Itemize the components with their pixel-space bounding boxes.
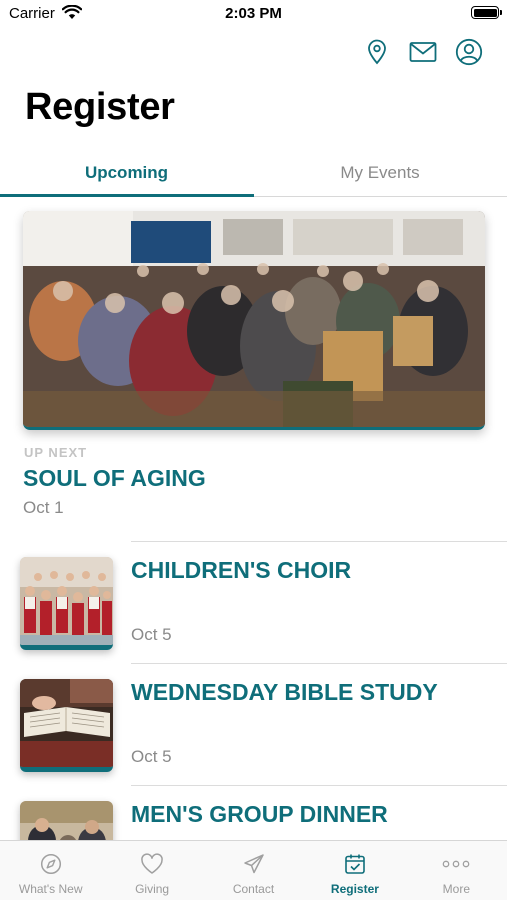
tab-whats-new[interactable]: What's New	[0, 841, 101, 900]
header-actions	[363, 38, 483, 66]
battery-icon	[471, 6, 502, 19]
bottom-tab-bar: What's New Giving Contact Register More	[0, 840, 507, 900]
calendar-check-icon	[344, 852, 366, 876]
status-bar: Carrier 2:03 PM	[0, 0, 507, 30]
map-pin-icon[interactable]	[363, 38, 391, 66]
tab-label: More	[442, 882, 470, 896]
event-title: MEN'S GROUP DINNER	[131, 801, 388, 827]
tab-contact[interactable]: Contact	[203, 841, 304, 900]
up-next-label: UP NEXT	[24, 445, 88, 460]
compass-icon	[40, 852, 62, 876]
tab-label: Register	[330, 882, 379, 896]
mail-icon[interactable]	[409, 38, 437, 66]
user-circle-icon[interactable]	[455, 38, 483, 66]
featured-event-title[interactable]: SOUL OF AGING	[23, 465, 206, 492]
segment-tabs: Upcoming My Events	[0, 150, 507, 197]
event-date: Oct 5	[131, 747, 172, 766]
tab-label: Giving	[135, 882, 170, 896]
tab-my-events[interactable]: My Events	[253, 150, 507, 196]
list-item[interactable]: CHILDREN'S CHOIR Oct 5	[0, 541, 507, 663]
tab-label: Contact	[232, 882, 275, 896]
event-thumbnail	[20, 679, 113, 772]
heart-icon	[140, 852, 164, 876]
featured-event-date: Oct 1	[23, 498, 64, 517]
active-tab-indicator	[0, 194, 254, 197]
tab-register[interactable]: Register	[304, 841, 405, 900]
tab-upcoming[interactable]: Upcoming	[0, 150, 253, 196]
more-dots-icon	[442, 852, 470, 876]
list-item[interactable]: WEDNESDAY BIBLE STUDY Oct 5	[0, 663, 507, 785]
list-divider	[131, 541, 507, 542]
tab-label: What's New	[18, 882, 83, 896]
tab-giving[interactable]: Giving	[101, 841, 202, 900]
list-divider	[131, 663, 507, 664]
event-thumbnail	[20, 557, 113, 650]
list-divider	[131, 785, 507, 786]
event-date: Oct 5	[131, 625, 172, 644]
tab-more[interactable]: More	[406, 841, 507, 900]
status-time: 2:03 PM	[225, 5, 282, 22]
event-title: CHILDREN'S CHOIR	[131, 557, 352, 583]
featured-event-image[interactable]	[23, 211, 485, 430]
page-title: Register	[25, 86, 175, 128]
event-title: WEDNESDAY BIBLE STUDY	[131, 679, 438, 705]
paper-plane-icon	[242, 852, 266, 876]
